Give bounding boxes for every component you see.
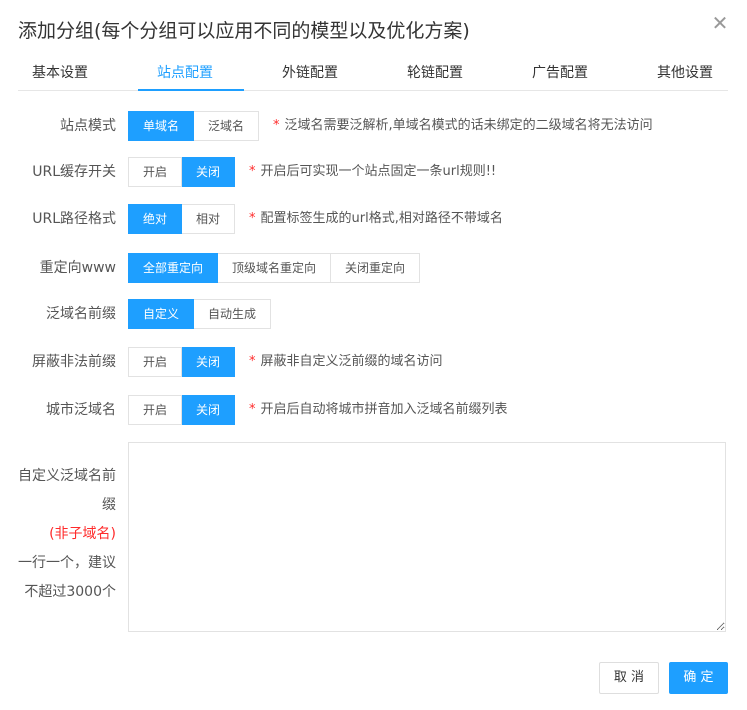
url-path-label: URL路径格式 (32, 211, 116, 227)
redirect-top-level-option[interactable]: 顶级域名重定向 (218, 253, 332, 283)
url-cache-off-option[interactable]: 关闭 (182, 157, 236, 187)
site-mode-row: 站点模式 单域名 泛域名 * 泛域名需要泛解析,单域名模式的话未绑定的二级域名将无… (0, 111, 747, 141)
block-prefix-row: 屏蔽非法前缀 开启 关闭 * 屏蔽非自定义泛前缀的域名访问 (0, 347, 747, 377)
wildcard-prefix-custom-option[interactable]: 自定义 (128, 299, 195, 329)
tab-rotating-links[interactable]: 轮链配置 (407, 62, 463, 82)
site-mode-toggle: 单域名 泛域名 (128, 111, 260, 141)
url-cache-label: URL缓存开关 (32, 164, 116, 180)
url-cache-hint: * 开启后可实现一个站点固定一条url规则!! (249, 164, 497, 179)
site-mode-label: 站点模式 (60, 118, 116, 134)
wildcard-prefix-label: 泛域名前缀 (46, 306, 116, 322)
redirect-off-option[interactable]: 关闭重定向 (331, 253, 421, 283)
redirect-www-label: 重定向www (39, 260, 116, 276)
tab-other-settings[interactable]: 其他设置 (657, 62, 713, 82)
tab-site-config[interactable]: 站点配置 (157, 62, 213, 82)
city-wildcard-toggle: 开启 关闭 (128, 395, 236, 425)
url-path-absolute-option[interactable]: 绝对 (128, 204, 183, 234)
cancel-button[interactable]: 取 消 (599, 662, 659, 694)
block-prefix-on-option[interactable]: 开启 (128, 347, 183, 377)
custom-prefix-label-line2: 缀 (102, 497, 116, 513)
url-path-toggle: 绝对 相对 (128, 204, 236, 234)
custom-prefix-label-line4: 不超过3000个 (24, 584, 116, 600)
confirm-button[interactable]: 确 定 (669, 662, 728, 694)
redirect-www-row: 重定向www 全部重定向 顶级域名重定向 关闭重定向 (0, 253, 747, 283)
city-wildcard-off-option[interactable]: 关闭 (182, 395, 236, 425)
custom-prefix-label-line3: 一行一个，建议 (18, 555, 116, 571)
custom-prefix-textarea[interactable] (128, 442, 726, 632)
url-cache-on-option[interactable]: 开启 (128, 157, 183, 187)
wildcard-prefix-toggle: 自定义 自动生成 (128, 299, 272, 329)
custom-prefix-label: 自定义泛域名前 缀 (非子域名) 一行一个，建议 不超过3000个 (10, 462, 116, 607)
tab-bar: 基本设置 站点配置 外链配置 轮链配置 广告配置 其他设置 (18, 52, 728, 91)
block-prefix-off-option[interactable]: 关闭 (182, 347, 236, 377)
city-wildcard-label: 城市泛域名 (46, 402, 116, 418)
tab-ad-config[interactable]: 广告配置 (532, 62, 588, 82)
url-path-hint: * 配置标签生成的url格式,相对路径不带域名 (249, 211, 503, 226)
city-wildcard-on-option[interactable]: 开启 (128, 395, 183, 425)
close-icon[interactable]: ✕ (711, 13, 729, 33)
city-wildcard-row: 城市泛域名 开启 关闭 * 开启后自动将城市拼音加入泛域名前缀列表 (0, 395, 747, 425)
url-path-row: URL路径格式 绝对 相对 * 配置标签生成的url格式,相对路径不带域名 (0, 204, 747, 234)
active-tab-indicator (138, 89, 244, 91)
site-mode-wildcard-option[interactable]: 泛域名 (194, 111, 260, 141)
site-mode-hint: * 泛域名需要泛解析,单域名模式的话未绑定的二级域名将无法访问 (273, 118, 653, 133)
tab-basic-settings[interactable]: 基本设置 (32, 62, 88, 82)
block-prefix-hint: * 屏蔽非自定义泛前缀的域名访问 (249, 354, 443, 369)
dialog-title: 添加分组(每个分组可以应用不同的模型以及优化方案) (18, 20, 470, 42)
redirect-www-toggle: 全部重定向 顶级域名重定向 关闭重定向 (128, 253, 421, 283)
custom-prefix-note: (非子域名) (49, 526, 116, 542)
site-mode-single-option[interactable]: 单域名 (128, 111, 195, 141)
url-cache-row: URL缓存开关 开启 关闭 * 开启后可实现一个站点固定一条url规则!! (0, 157, 747, 187)
city-wildcard-hint: * 开启后自动将城市拼音加入泛域名前缀列表 (249, 402, 508, 417)
block-prefix-label: 屏蔽非法前缀 (32, 354, 116, 370)
block-prefix-toggle: 开启 关闭 (128, 347, 236, 377)
url-path-relative-option[interactable]: 相对 (182, 204, 236, 234)
wildcard-prefix-auto-option[interactable]: 自动生成 (194, 299, 272, 329)
wildcard-prefix-row: 泛域名前缀 自定义 自动生成 (0, 299, 747, 329)
custom-prefix-label-line1: 自定义泛域名前 (18, 468, 116, 484)
redirect-all-option[interactable]: 全部重定向 (128, 253, 219, 283)
url-cache-toggle: 开启 关闭 (128, 157, 236, 187)
tab-external-links[interactable]: 外链配置 (282, 62, 338, 82)
